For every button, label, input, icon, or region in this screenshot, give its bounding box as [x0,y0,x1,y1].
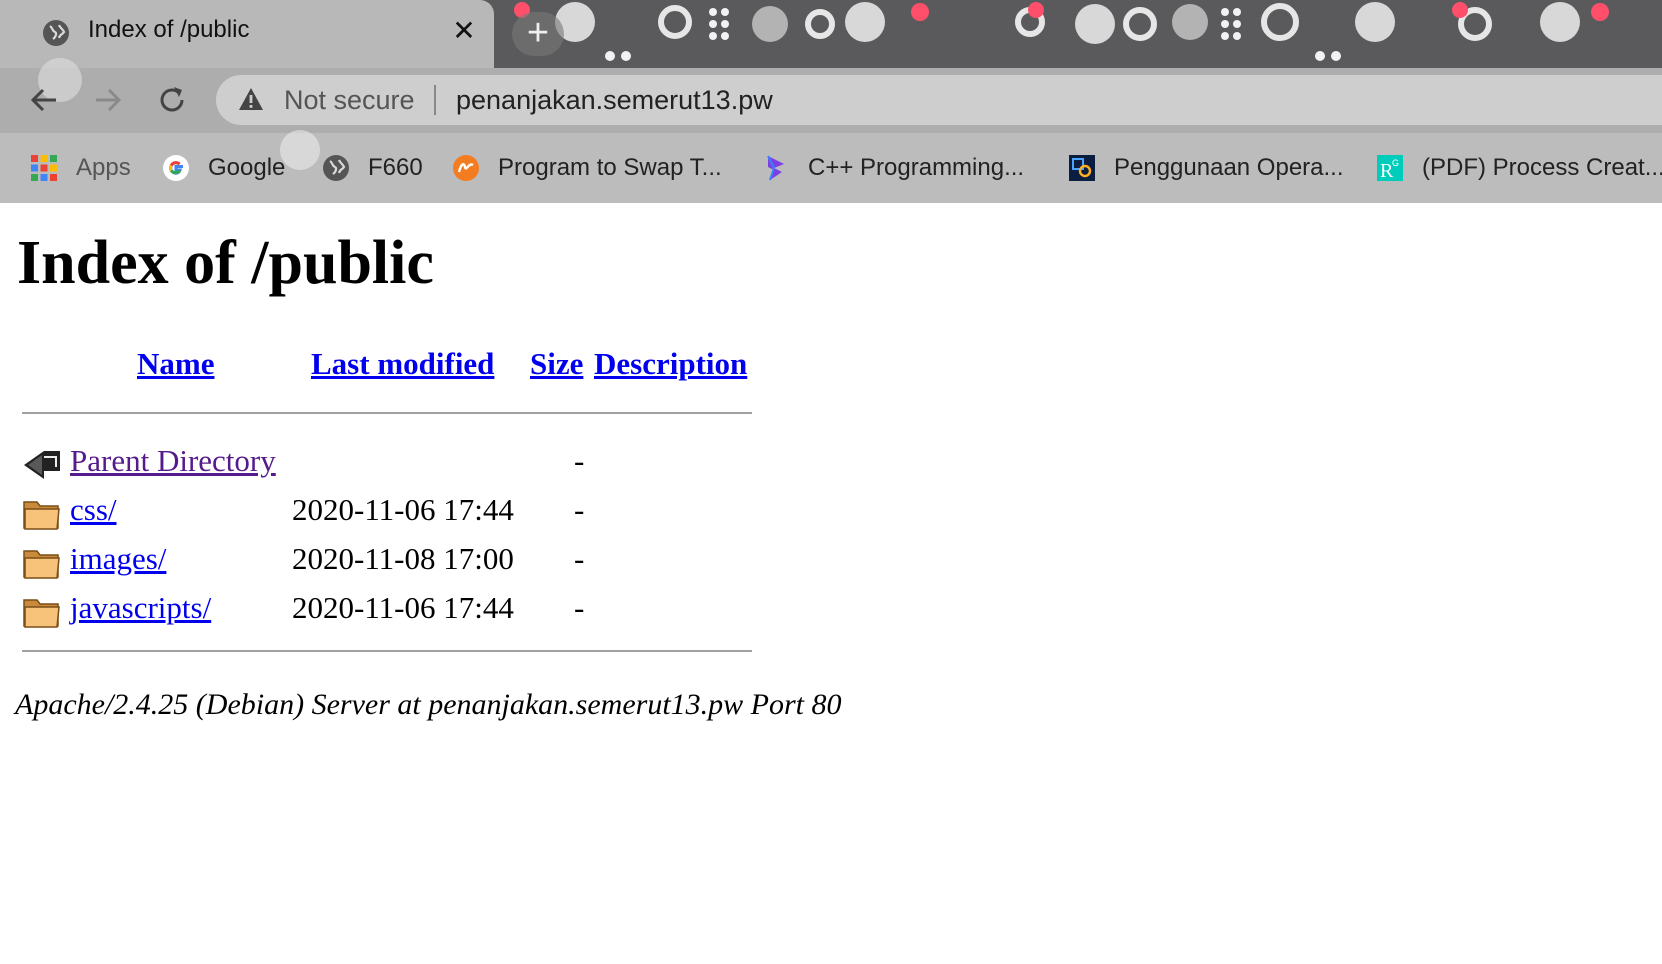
header-divider [22,412,752,414]
bookmark-label: (PDF) Process Creat... [1422,154,1662,181]
globe-icon [323,155,349,181]
active-tab[interactable]: Index of /public ✕ [0,0,494,68]
back-arrow-icon [24,451,60,479]
svg-text:G: G [1392,158,1399,168]
listing-row: images/ 2020-11-08 17:00 - [22,541,752,591]
bookmark-penggunaan-opera[interactable]: Penggunaan Opera... [1068,133,1344,203]
size-cell: - [574,443,585,478]
bookmark-label: Program to Swap T... [498,154,722,181]
bookmark-logo-icon [767,155,784,181]
bookmark-pdf-process[interactable]: R G (PDF) Process Creat... [1376,133,1662,203]
size-cell: - [574,590,585,625]
parent-directory-link[interactable]: Parent Directory [70,443,276,479]
folder-icon [23,550,60,579]
globe-icon [43,20,69,46]
navigation-toolbar: Not secure penanjakan.semerut13.pw [0,68,1662,133]
tab-title: Index of /public [88,16,250,43]
bookmarks-bar: Apps Google F660 Program to Swap T... C+… [0,133,1662,203]
size-cell: - [574,541,585,576]
column-header-last-modified[interactable]: Last modified [311,346,494,382]
page-title: Index of /public [17,229,434,297]
directory-link[interactable]: javascripts/ [70,590,211,626]
folder-icon [23,501,60,530]
bookmark-f660[interactable]: F660 [322,133,423,203]
directory-link[interactable]: css/ [70,492,117,528]
bookmark-program-to-swap[interactable]: Program to Swap T... [452,133,722,203]
column-header-size[interactable]: Size [530,346,583,382]
listing-row-parent: Parent Directory - [22,443,752,493]
new-tab-button[interactable]: + [512,12,564,56]
column-header-description[interactable]: Description [594,346,747,382]
site-logo-icon [453,155,479,181]
tab-strip: Index of /public ✕ + [0,0,1662,68]
security-status[interactable]: Not secure [284,85,415,116]
omnibox-divider [434,85,436,115]
browser-chrome: Index of /public ✕ + Not secure penanjak… [0,0,1662,203]
server-signature: Apache/2.4.25 (Debian) Server at penanja… [15,688,842,721]
column-header-name[interactable]: Name [137,346,214,382]
close-tab-icon[interactable]: ✕ [450,16,478,46]
size-cell: - [574,492,585,527]
google-icon [163,155,189,181]
listing-row: css/ 2020-11-06 17:44 - [22,492,752,542]
bookmark-google[interactable]: Google [162,133,285,203]
bookmark-label: Apps [76,154,131,181]
url-text[interactable]: penanjakan.semerut13.pw [456,85,773,116]
listing-row: javascripts/ 2020-11-06 17:44 - [22,590,752,640]
footer-divider [22,650,752,652]
back-arrow-icon[interactable] [26,82,62,118]
bookmark-cpp-programming[interactable]: C++ Programming... [762,133,1024,203]
apps-grid-icon [31,155,57,181]
app-logo-icon [1069,155,1095,181]
warning-icon [239,88,263,110]
bookmark-apps[interactable]: Apps [30,133,131,203]
bookmark-label: Google [208,154,286,181]
last-modified-cell: 2020-11-06 17:44 [292,590,514,625]
bookmark-label: C++ Programming... [808,154,1025,181]
directory-link[interactable]: images/ [70,541,166,577]
researchgate-icon: R G [1377,155,1403,182]
page-content: Index of /public Name Last modified Size… [0,203,1662,964]
forward-arrow-icon[interactable] [90,82,126,118]
folder-icon [23,599,60,628]
last-modified-cell: 2020-11-06 17:44 [292,492,514,527]
address-bar[interactable]: Not secure penanjakan.semerut13.pw [216,75,1662,125]
last-modified-cell: 2020-11-08 17:00 [292,541,514,576]
bookmark-label: Penggunaan Opera... [1114,154,1344,181]
reload-icon[interactable] [154,82,190,118]
bookmark-label: F660 [368,154,423,181]
